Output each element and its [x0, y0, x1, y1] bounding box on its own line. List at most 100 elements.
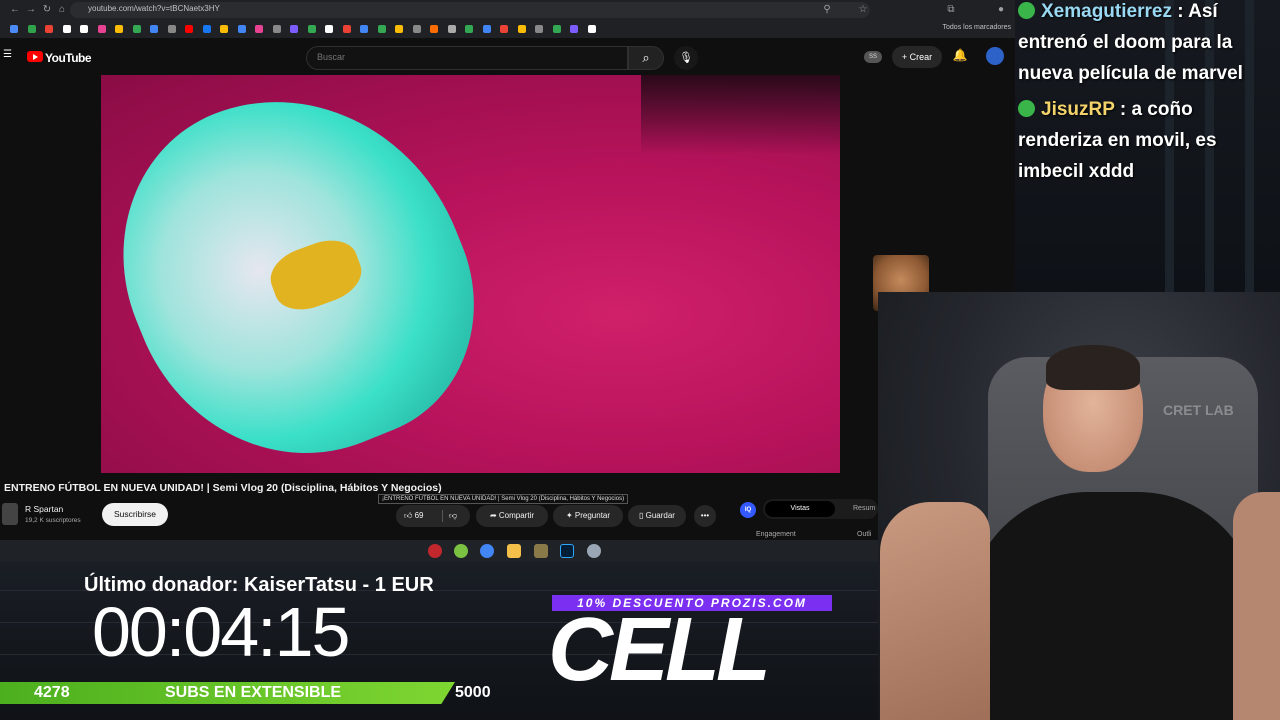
bookmark-icon[interactable]: [115, 25, 123, 33]
like-button[interactable]: 👍︎ 69: [404, 505, 424, 527]
bookmark-icon[interactable]: [185, 25, 193, 33]
bookmark-icon[interactable]: [587, 25, 596, 33]
zoom-icon[interactable]: ⚲: [820, 3, 834, 17]
bookmark-icon[interactable]: [220, 25, 228, 33]
bookmark-icon[interactable]: [97, 25, 106, 33]
ss-badge[interactable]: SS: [864, 51, 882, 63]
chat-badge-icon: [1018, 100, 1035, 117]
engagement-label[interactable]: Engagement: [756, 531, 796, 538]
extension-tabs: Vistas Resum: [763, 499, 878, 519]
bookmarks-bar: Todos los marcadores: [0, 20, 1015, 38]
avatar[interactable]: [986, 47, 1004, 65]
all-bookmarks-link[interactable]: Todos los marcadores: [943, 24, 1011, 31]
search-box[interactable]: [306, 46, 628, 70]
bookmark-icon[interactable]: [325, 25, 333, 33]
video-title: ENTRENO FÚTBOL EN NUEVA UNIDAD! | Semi V…: [4, 482, 442, 494]
ask-button[interactable]: ✦ Preguntar: [553, 505, 623, 527]
forward-icon[interactable]: →: [24, 3, 38, 17]
bookmark-icon[interactable]: [80, 25, 88, 33]
chat-username: JisuzRP: [1041, 99, 1115, 120]
bookmark-icon[interactable]: [62, 25, 71, 33]
bookmark-icon[interactable]: [570, 25, 578, 33]
menu-icon[interactable]: ☰: [3, 50, 13, 60]
bookmark-icon[interactable]: [202, 25, 211, 33]
youtube-logo-icon[interactable]: [27, 51, 43, 62]
chat-username: Xemagutierrez: [1041, 1, 1172, 22]
taskbar-app-icon[interactable]: [587, 544, 601, 558]
bookmark-icon[interactable]: [430, 25, 438, 33]
chat-message: Xemagutierrez : Así entrenó el doom para…: [1018, 0, 1278, 89]
home-icon[interactable]: ⌂: [55, 3, 69, 17]
channel-subscribers: 19,2 K suscriptores: [25, 517, 81, 524]
like-dislike-group: 👍︎ 69 👎︎: [396, 505, 470, 527]
bookmark-icon[interactable]: [342, 25, 351, 33]
reload-icon[interactable]: ↻: [40, 3, 54, 17]
bookmark-icon[interactable]: [10, 25, 18, 33]
streamer-arm: [1233, 492, 1280, 720]
bookmark-icon[interactable]: [412, 25, 421, 33]
bookmark-icon[interactable]: [535, 25, 543, 33]
chair-logo: CRET LAB: [1163, 402, 1234, 418]
bookmark-icon[interactable]: [517, 25, 526, 33]
save-label: Guardar: [645, 511, 675, 520]
more-actions-button[interactable]: •••: [694, 505, 716, 527]
bookmark-icon[interactable]: [395, 25, 403, 33]
outliers-label[interactable]: Outli: [857, 531, 871, 538]
bookmark-icon[interactable]: [290, 25, 298, 33]
like-count: 69: [414, 511, 424, 520]
taskbar-app-icon[interactable]: [428, 544, 442, 558]
tab-views[interactable]: Vistas: [765, 501, 835, 517]
stream-stats-overlay: Último donador: KaiserTatsu - 1 EUR 00:0…: [0, 562, 878, 720]
create-button[interactable]: + Crear: [892, 46, 942, 68]
extension-logo-icon[interactable]: IQ: [740, 502, 756, 518]
youtube-logo-text[interactable]: YouTube: [45, 51, 92, 65]
subscribe-button[interactable]: Suscribirse: [102, 503, 168, 526]
chat-overlay: Xemagutierrez : Así entrenó el doom para…: [1015, 0, 1280, 292]
extensions-icon[interactable]: ⧉: [944, 3, 958, 17]
bookmark-icon[interactable]: [150, 25, 158, 33]
thumbs-up-icon: 👍︎: [404, 511, 413, 520]
bookmark-icon[interactable]: [307, 25, 316, 33]
bookmark-icon[interactable]: [500, 25, 508, 33]
os-taskbar: [0, 540, 878, 562]
profile-icon[interactable]: ●: [994, 3, 1008, 17]
video-player[interactable]: [101, 75, 840, 473]
bookmark-icon[interactable]: [255, 25, 263, 33]
bookmark-icon[interactable]: [377, 25, 386, 33]
bookmark-icon[interactable]: [360, 25, 368, 33]
tab-summary[interactable]: Resum: [853, 501, 875, 517]
url-text[interactable]: youtube.com/watch?v=tBCNaetx3HY: [88, 4, 220, 13]
analytics-extension-panel: IQ Vistas Resum Engagement Outli: [730, 495, 880, 543]
bookmark-star-icon[interactable]: ☆: [856, 3, 870, 17]
chrome-icon[interactable]: [480, 544, 494, 558]
bookmark-icon[interactable]: [237, 25, 246, 33]
share-label: Compartir: [498, 511, 535, 520]
bookmark-icon[interactable]: [482, 25, 491, 33]
taskbar-app-icon[interactable]: [534, 544, 548, 558]
search-input[interactable]: [317, 52, 617, 62]
folder-icon[interactable]: [507, 544, 521, 558]
bookmark-icon[interactable]: [45, 25, 53, 33]
share-button[interactable]: ➦ Compartir: [476, 505, 548, 527]
bookmark-icon[interactable]: [552, 25, 561, 33]
search-button[interactable]: ⌕: [628, 46, 664, 70]
bookmark-icon[interactable]: [447, 25, 456, 33]
back-icon[interactable]: ←: [8, 3, 22, 17]
bookmark-icon[interactable]: [167, 25, 176, 33]
streamer-body: [968, 492, 1258, 720]
mic-icon[interactable]: 🎙: [674, 46, 698, 70]
bookmark-icon[interactable]: [465, 25, 473, 33]
bookmark-icon[interactable]: [27, 25, 36, 33]
share-icon: ➦: [489, 511, 499, 520]
bell-icon[interactable]: 🔔: [952, 48, 968, 64]
dislike-button[interactable]: 👎︎: [449, 505, 457, 527]
divider: [442, 510, 443, 522]
bookmark-icon[interactable]: [132, 25, 141, 33]
taskbar-app-icon[interactable]: [454, 544, 468, 558]
channel-avatar[interactable]: [2, 503, 18, 525]
channel-name[interactable]: R Spartan: [25, 504, 63, 514]
save-button[interactable]: ▯ Guardar: [628, 505, 686, 527]
browser-toolbar: ← → ↻ ⌂ youtube.com/watch?v=tBCNaetx3HY …: [0, 0, 1015, 20]
bookmark-icon[interactable]: [272, 25, 281, 33]
photoshop-icon[interactable]: [560, 544, 574, 558]
